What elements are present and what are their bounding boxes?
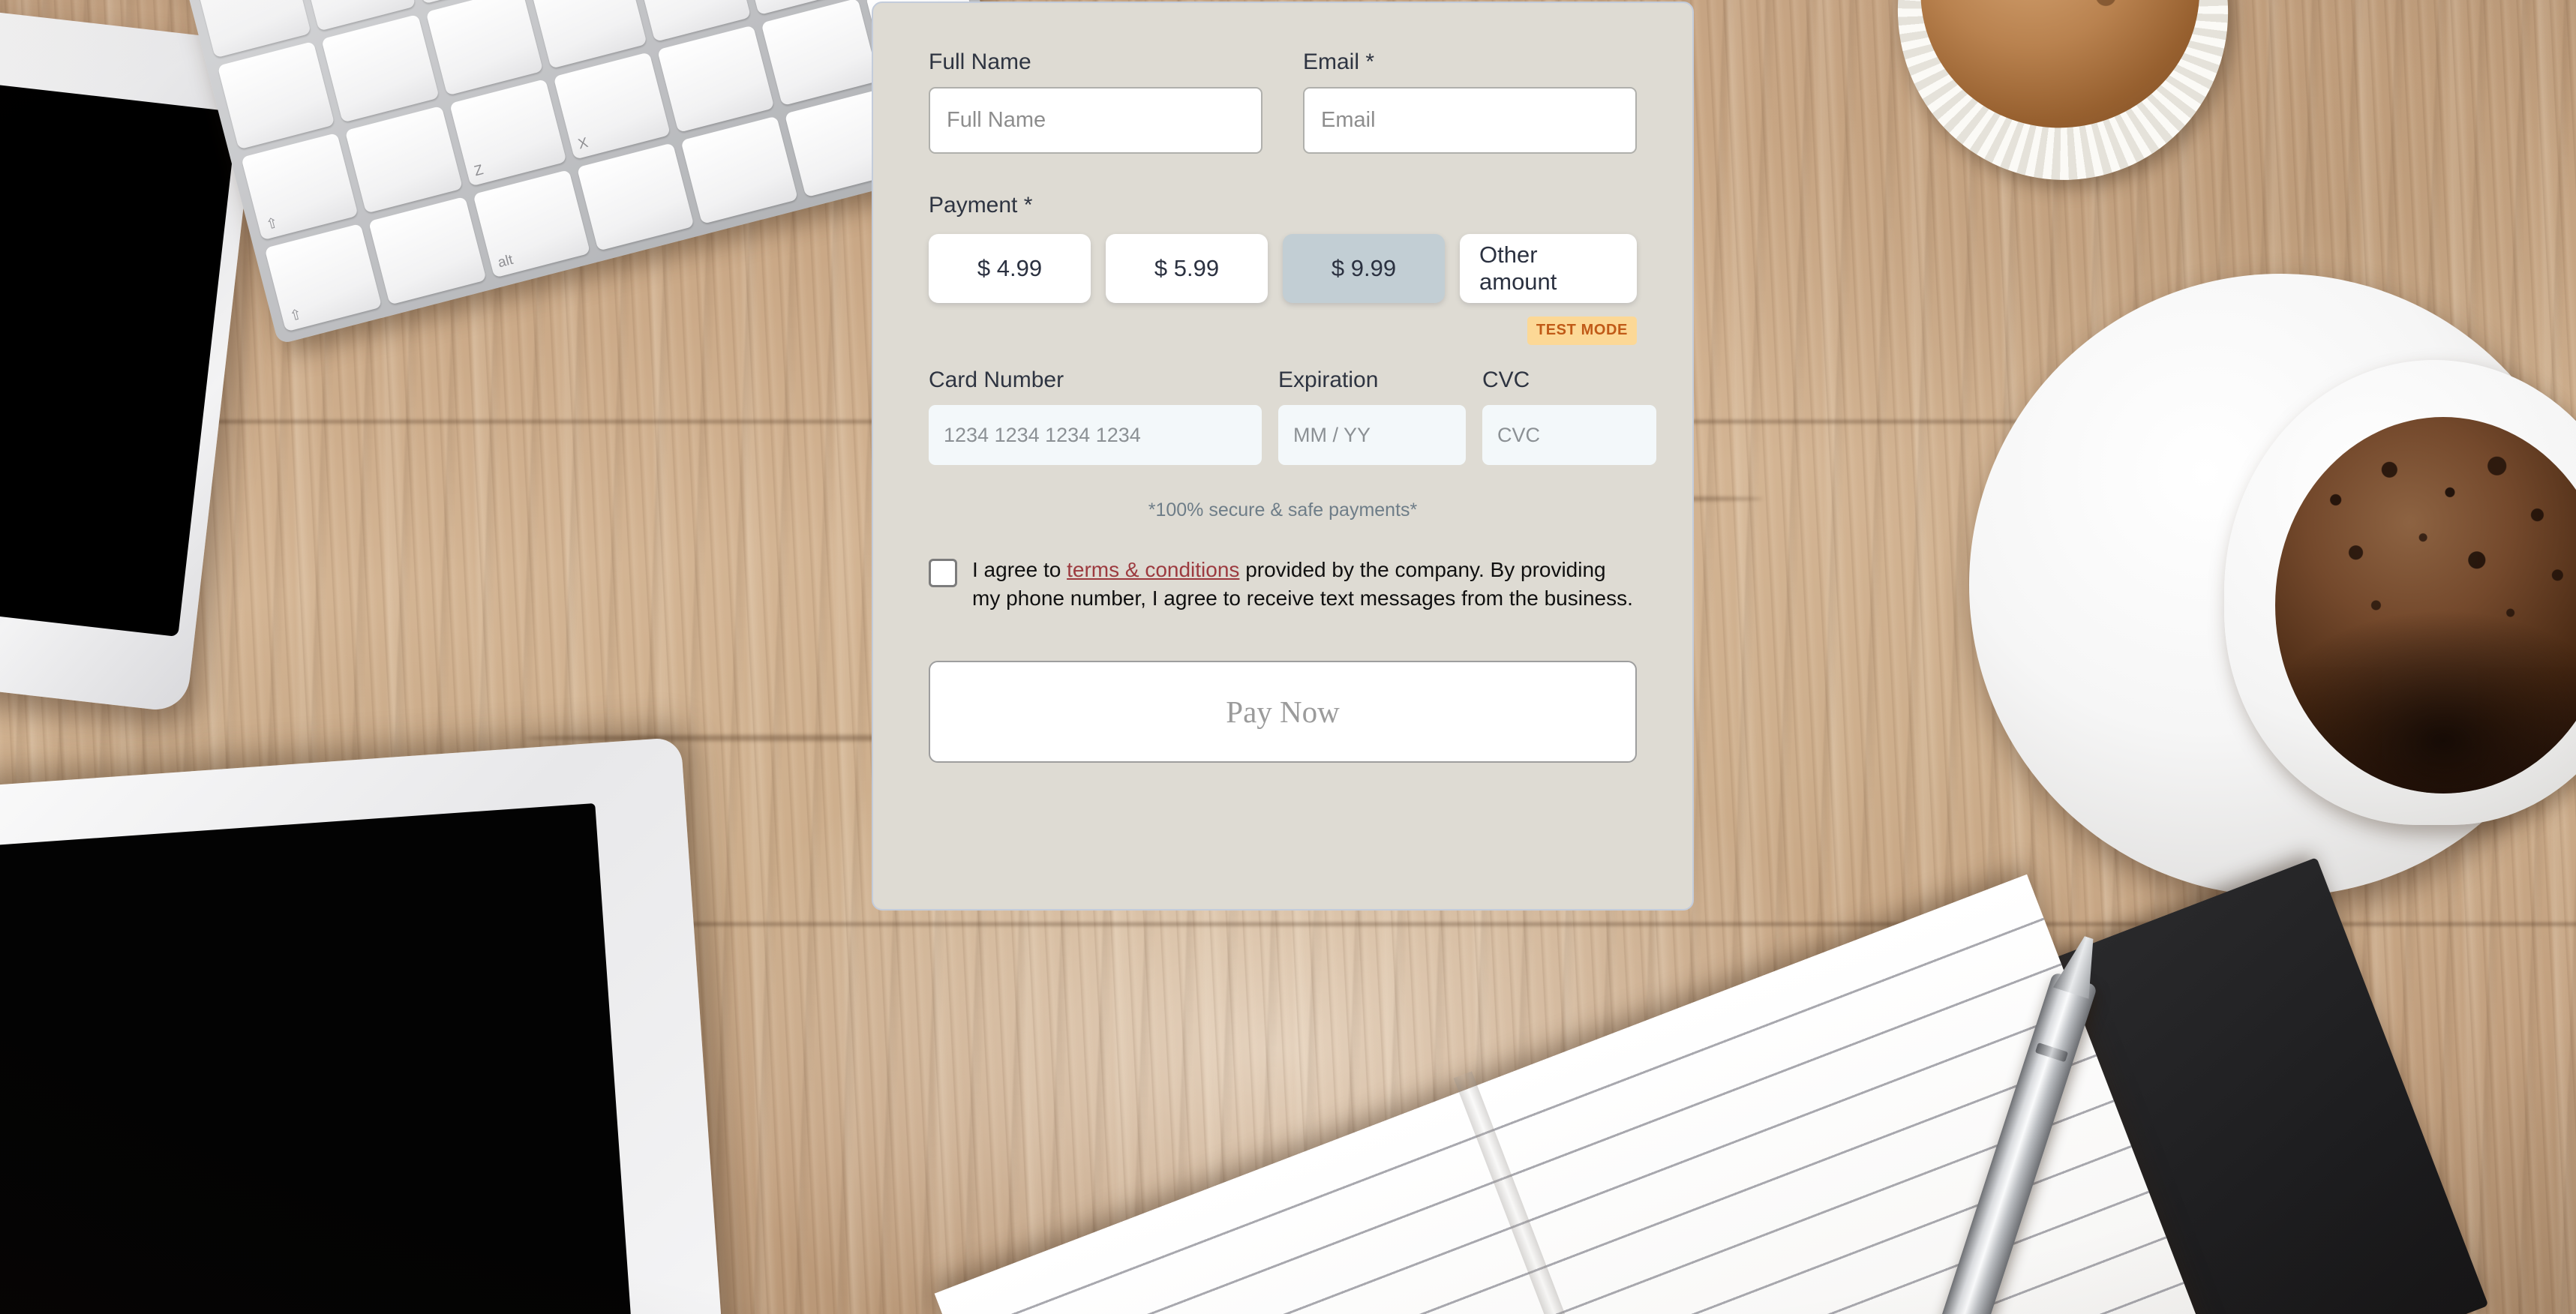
expiration-input[interactable]: MM / YY [1278,405,1466,465]
card-number-input[interactable]: 1234 1234 1234 1234 [929,405,1262,465]
full-name-input[interactable]: Full Name [929,87,1262,154]
terms-agreement-text: I agree to terms & conditions provided b… [972,556,1637,613]
expiration-field-group: Expiration MM / YY [1278,368,1466,465]
pay-now-button[interactable]: Pay Now [929,661,1637,764]
secure-payments-note: *100% secure & safe payments* [1148,500,1418,520]
keyboard-key [321,14,440,122]
keyboard-key-shift: ⇧ [241,132,359,241]
test-mode-badge-row: TEST MODE [929,316,1637,345]
cvc-input[interactable]: CVC [1482,405,1656,465]
payment-option-999[interactable]: $ 9.99 [1283,234,1445,303]
tablet [0,736,728,1314]
full-name-field-group: Full Name Full Name [929,50,1262,154]
keyboard-key-alt: alt [473,170,590,278]
cvc-field-group: CVC CVC [1482,368,1656,465]
terms-agreement-row: I agree to terms & conditions provided b… [929,556,1637,613]
expiration-label: Expiration [1278,368,1379,392]
email-input[interactable]: Email [1303,87,1637,154]
keyboard-key [217,40,335,149]
name-email-row: Full Name Full Name Email * Email [929,50,1637,154]
payment-option-499[interactable]: $ 4.99 [929,234,1091,303]
keyboard-key [657,24,775,134]
keyboard-key [425,0,543,96]
keyboard-key-x: X [553,51,671,160]
email-label: Email * [1303,50,1375,74]
keyboard-key-shift: ⇧ [264,224,383,332]
terms-checkbox[interactable] [929,559,957,587]
coffee-cup [2224,360,2576,825]
keyboard-key [576,142,695,251]
keyboard-key [368,196,487,305]
card-number-label: Card Number [929,368,1064,392]
terms-and-conditions-link[interactable]: terms & conditions [1067,558,1239,581]
payment-option-599[interactable]: $ 5.99 [1106,234,1268,303]
smartphone-screen [0,80,238,638]
full-name-label: Full Name [929,50,1031,74]
tablet-screen [0,802,641,1314]
payment-form-card: Full Name Full Name Email * Email Paymen… [872,2,1694,910]
card-details-row: Card Number 1234 1234 1234 1234 Expirati… [929,368,1656,465]
cvc-label: CVC [1482,368,1530,392]
terms-text-before: I agree to [972,558,1067,581]
keyboard-key-z: Z [449,78,567,187]
keyboard-key [344,105,463,214]
payment-option-other-amount[interactable]: Other amount [1460,234,1637,303]
coffee-crema-bubbles [2275,417,2576,794]
email-field-group: Email * Email [1303,50,1637,154]
payment-label: Payment * [929,193,1033,218]
coffee-liquid [2275,417,2576,794]
payment-amount-group: Payment * $ 4.99 $ 5.99 $ 9.99 Other amo… [929,193,1637,303]
payment-amount-options: $ 4.99 $ 5.99 $ 9.99 Other amount [929,234,1637,303]
keyboard-key [761,0,879,106]
keyboard-key [680,116,799,224]
card-number-field-group: Card Number 1234 1234 1234 1234 [929,368,1262,465]
status-badge-test-mode: TEST MODE [1527,316,1637,345]
